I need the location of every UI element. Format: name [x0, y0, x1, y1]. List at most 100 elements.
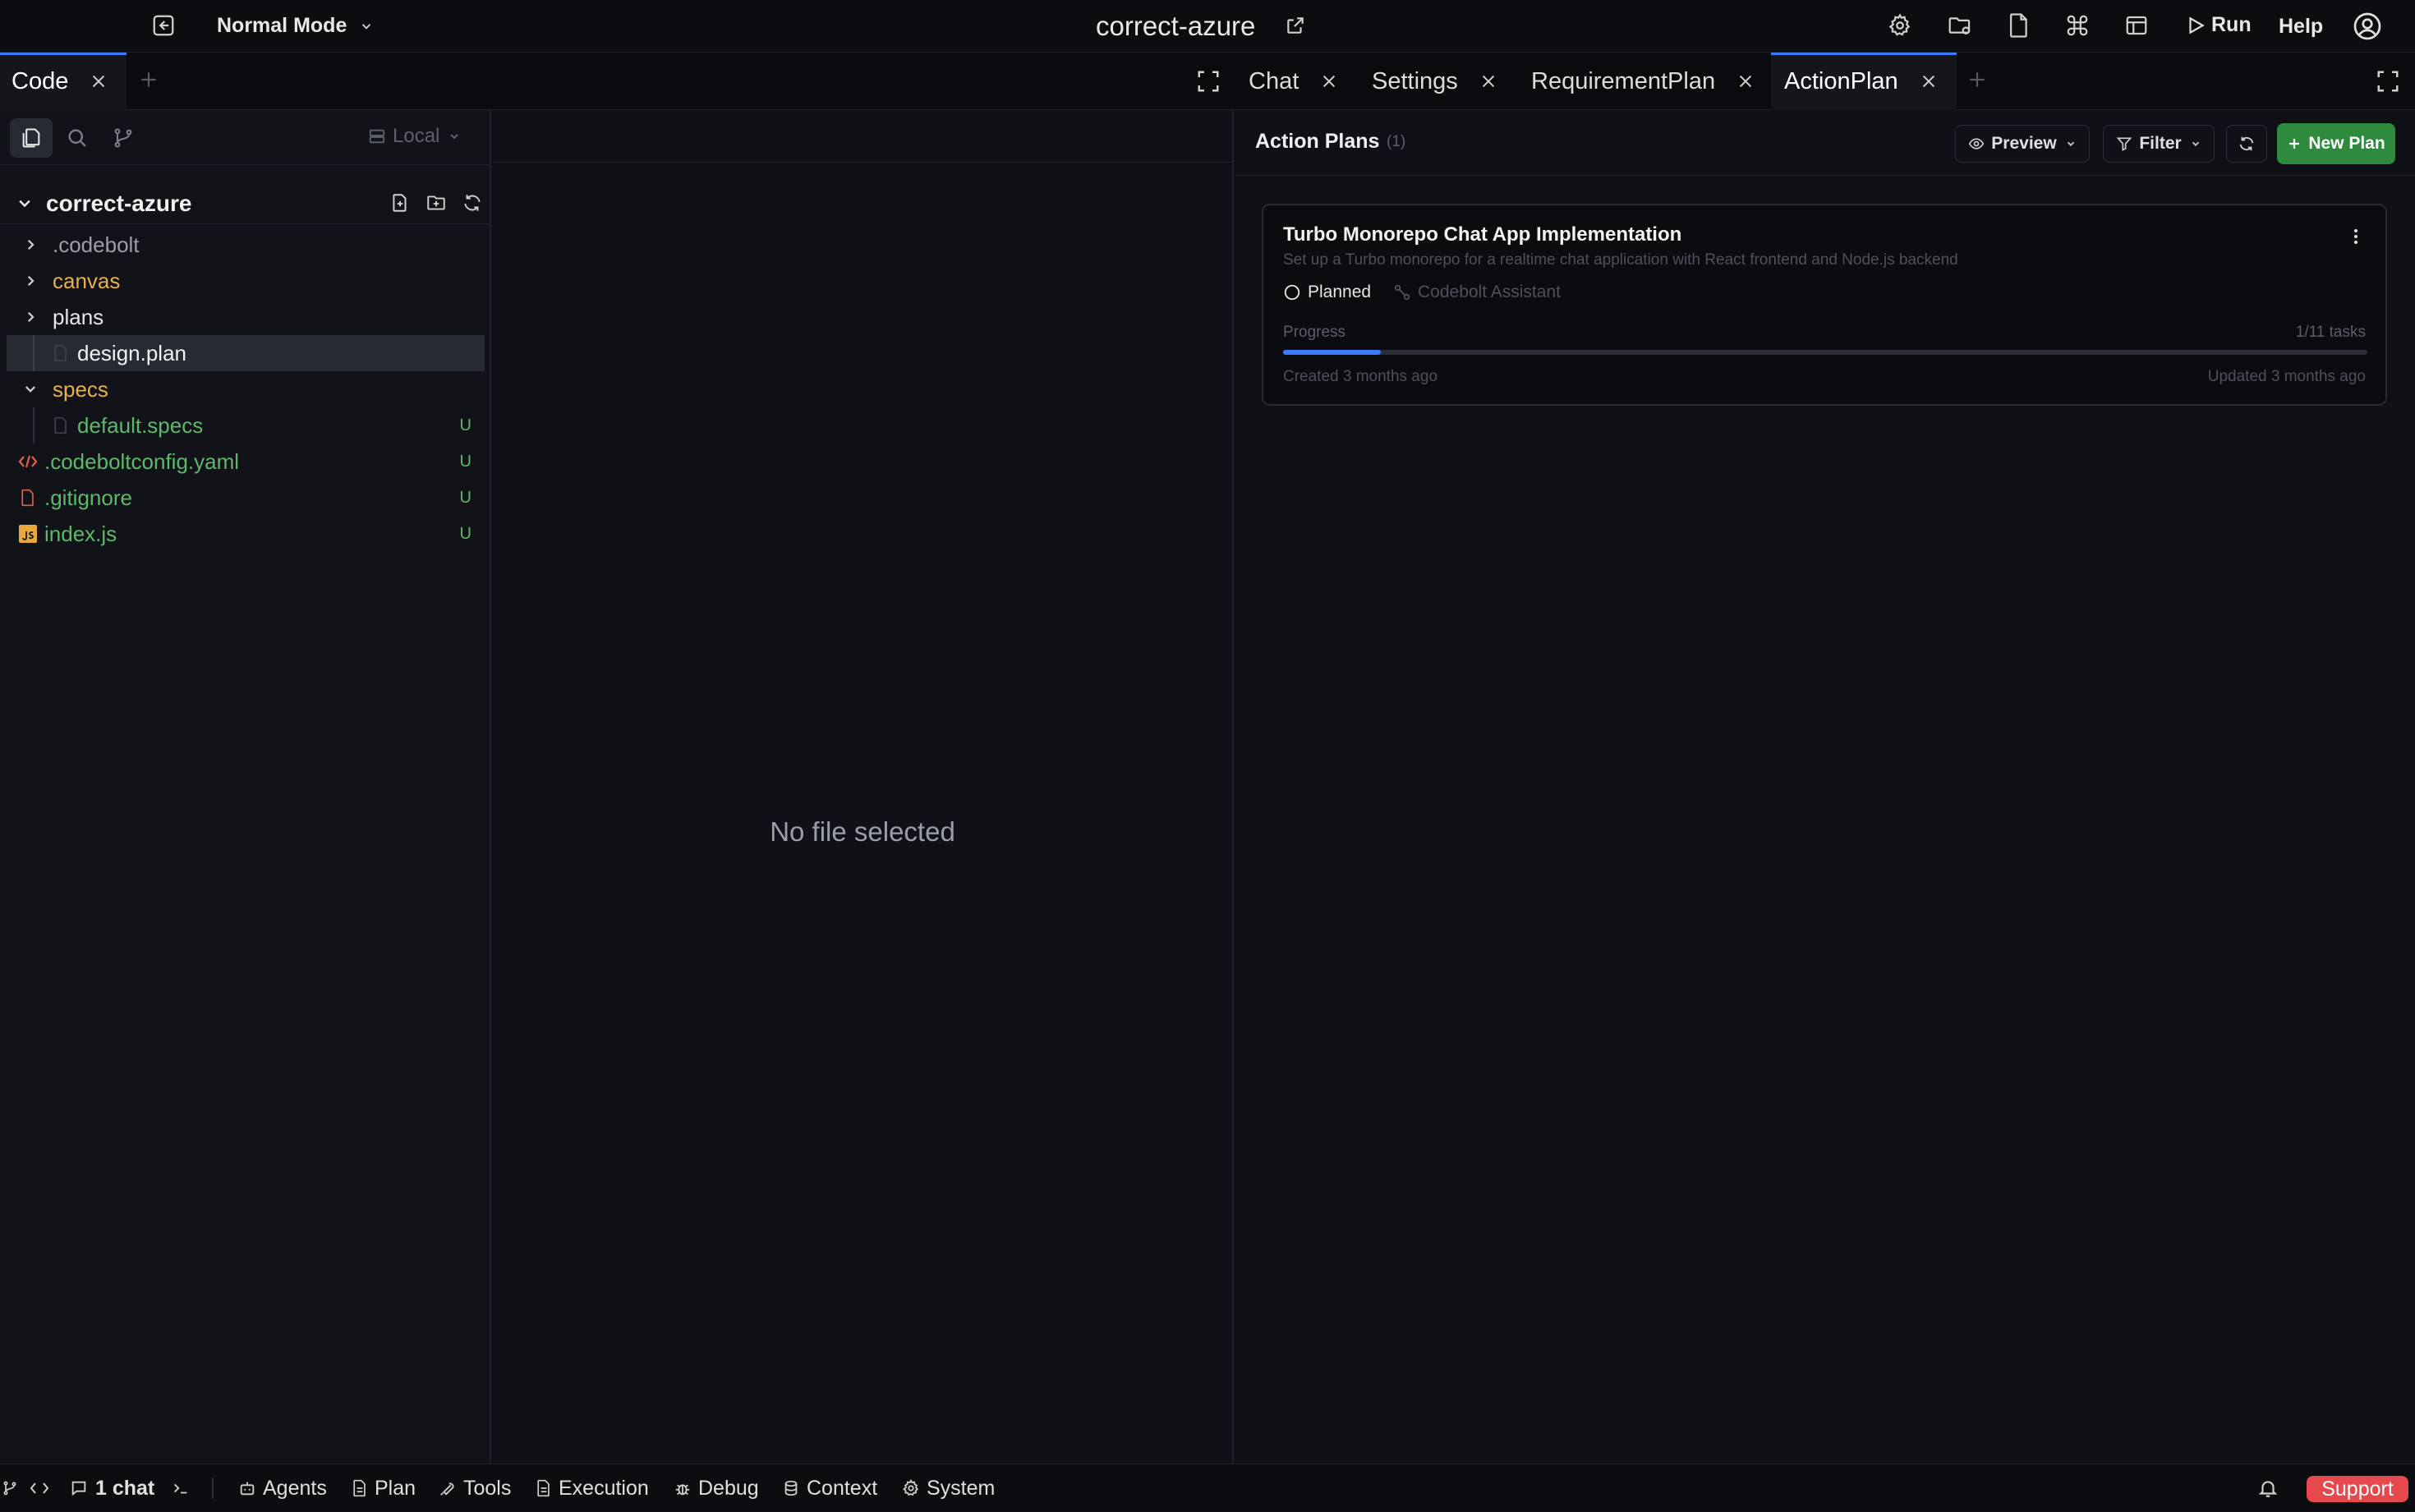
plan-count: (1)	[1387, 133, 1406, 150]
file-row-codeboltconfig[interactable]: .codeboltconfig.yaml U	[0, 443, 491, 480]
bug-icon	[675, 1484, 690, 1496]
branch-label: Local	[393, 125, 440, 147]
help-button[interactable]: Help	[2279, 15, 2323, 39]
file-name: index.js	[44, 521, 117, 546]
progress-fill	[1283, 350, 1381, 355]
storage-icon	[368, 127, 386, 145]
folder-settings-icon[interactable]	[1947, 13, 1973, 38]
root-folder-row[interactable]: correct-azure	[0, 186, 491, 222]
divider	[0, 164, 490, 165]
search-icon[interactable]	[66, 126, 89, 149]
folder-row-canvas[interactable]: canvas	[0, 263, 491, 299]
filter-icon	[2116, 136, 2132, 152]
collapse-sidebar-icon[interactable]	[151, 13, 176, 38]
panel-title: Action Plans	[1255, 130, 1380, 153]
add-tab-icon[interactable]	[138, 69, 159, 90]
notifications-bell-icon[interactable]	[2257, 1464, 2285, 1512]
tab-actionplan[interactable]: ActionPlan	[1771, 53, 1957, 110]
maximize-panel-icon[interactable]	[2376, 69, 2400, 94]
file-icon[interactable]	[2008, 12, 2031, 39]
terminal-icon[interactable]	[171, 1464, 197, 1512]
filter-dropdown[interactable]: Filter	[2103, 125, 2215, 163]
action-plans-panel: Action Plans (1) Preview Filter New Plan…	[1235, 110, 2415, 1464]
debug-label: Debug	[698, 1476, 759, 1500]
active-tab-indicator	[1771, 53, 1957, 55]
chevron-down-icon	[448, 130, 461, 143]
close-icon[interactable]	[1479, 72, 1497, 90]
root-folder-name: correct-azure	[46, 191, 192, 216]
file-icon	[20, 489, 36, 507]
file-row-index-js[interactable]: index.js U	[0, 516, 491, 552]
system-button[interactable]: System	[902, 1464, 995, 1512]
folder-name: plans	[53, 304, 104, 329]
refresh-icon[interactable]	[462, 192, 483, 214]
layout-icon[interactable]	[2124, 13, 2149, 38]
support-button[interactable]: Support	[2307, 1476, 2408, 1502]
tab-code[interactable]: Code	[0, 53, 126, 110]
file-row-gitignore[interactable]: .gitignore U	[0, 480, 491, 516]
system-label: System	[927, 1476, 996, 1500]
new-file-icon[interactable]	[389, 192, 411, 214]
close-icon[interactable]	[1320, 72, 1338, 90]
command-icon[interactable]	[2065, 13, 2090, 38]
user-account-icon[interactable]	[2353, 11, 2382, 41]
add-tab-icon[interactable]	[1966, 69, 1988, 90]
code-icon[interactable]	[30, 1464, 56, 1512]
plan-assignee: Codebolt Assistant	[1393, 283, 1561, 302]
run-button[interactable]: Run	[2185, 13, 2252, 37]
context-label: Context	[807, 1476, 878, 1500]
tab-settings[interactable]: Settings	[1372, 53, 1497, 110]
tasks-count: 1/11 tasks	[2295, 324, 2366, 341]
tools-button[interactable]: Tools	[439, 1464, 511, 1512]
refresh-button[interactable]	[2226, 125, 2267, 163]
agents-button[interactable]: Agents	[238, 1464, 327, 1512]
tab-chat[interactable]: Chat	[1249, 53, 1338, 110]
chevron-right-icon	[23, 237, 38, 252]
settings-gear-icon[interactable]	[1888, 13, 1912, 38]
fullscreen-icon[interactable]	[1196, 69, 1221, 94]
close-icon[interactable]	[1920, 72, 1938, 90]
chevron-down-icon	[2065, 138, 2077, 149]
chevron-right-icon	[23, 310, 38, 324]
folder-name: canvas	[53, 268, 121, 293]
folder-name: specs	[53, 376, 108, 402]
tab-label: ActionPlan	[1784, 67, 1898, 94]
divider	[0, 223, 490, 224]
folder-row-specs[interactable]: specs	[0, 371, 491, 407]
mode-selector[interactable]: Normal Mode	[217, 14, 374, 38]
folder-row-codebolt[interactable]: .codebolt	[0, 227, 491, 263]
new-plan-label: New Plan	[2308, 134, 2385, 153]
plan-button[interactable]: Plan	[352, 1464, 416, 1512]
eye-icon	[1968, 136, 1985, 152]
file-row-design-plan[interactable]: design.plan	[7, 335, 485, 371]
chat-count-button[interactable]: 1 chat	[69, 1464, 154, 1512]
execution-button[interactable]: Execution	[536, 1464, 649, 1512]
close-icon[interactable]	[1736, 72, 1755, 90]
context-button[interactable]: Context	[782, 1464, 877, 1512]
files-view-button[interactable]	[10, 118, 53, 158]
chevron-down-icon	[359, 19, 374, 34]
debug-button[interactable]: Debug	[674, 1464, 759, 1512]
file-explorer-sidebar: Local correct-azure .codebolt canvas pla…	[0, 110, 491, 1464]
tab-requirementplan[interactable]: RequirementPlan	[1531, 53, 1755, 110]
git-branch-icon[interactable]	[2, 1464, 25, 1512]
new-folder-icon[interactable]	[426, 192, 447, 214]
open-external-icon[interactable]	[1285, 15, 1306, 36]
preview-dropdown[interactable]: Preview	[1955, 125, 2090, 163]
plan-card[interactable]: Turbo Monorepo Chat App Implementation S…	[1262, 204, 2387, 406]
plus-icon	[2287, 136, 2302, 151]
file-row-default-specs[interactable]: default.specs U	[0, 407, 491, 443]
chat-count-label: 1 chat	[95, 1476, 155, 1500]
file-name: .codeboltconfig.yaml	[44, 448, 240, 474]
more-options-icon[interactable]	[2346, 227, 2366, 246]
new-plan-button[interactable]: New Plan	[2277, 123, 2395, 164]
source-control-icon[interactable]	[112, 126, 135, 149]
folder-row-plans[interactable]: plans	[0, 299, 491, 335]
branch-selector[interactable]: Local	[368, 125, 461, 148]
close-icon[interactable]	[90, 72, 108, 90]
assignee-label: Codebolt Assistant	[1418, 283, 1561, 301]
chevron-right-icon	[23, 273, 38, 288]
database-icon	[784, 1480, 798, 1496]
indent-guide	[33, 407, 34, 443]
preview-label: Preview	[1991, 134, 2057, 153]
